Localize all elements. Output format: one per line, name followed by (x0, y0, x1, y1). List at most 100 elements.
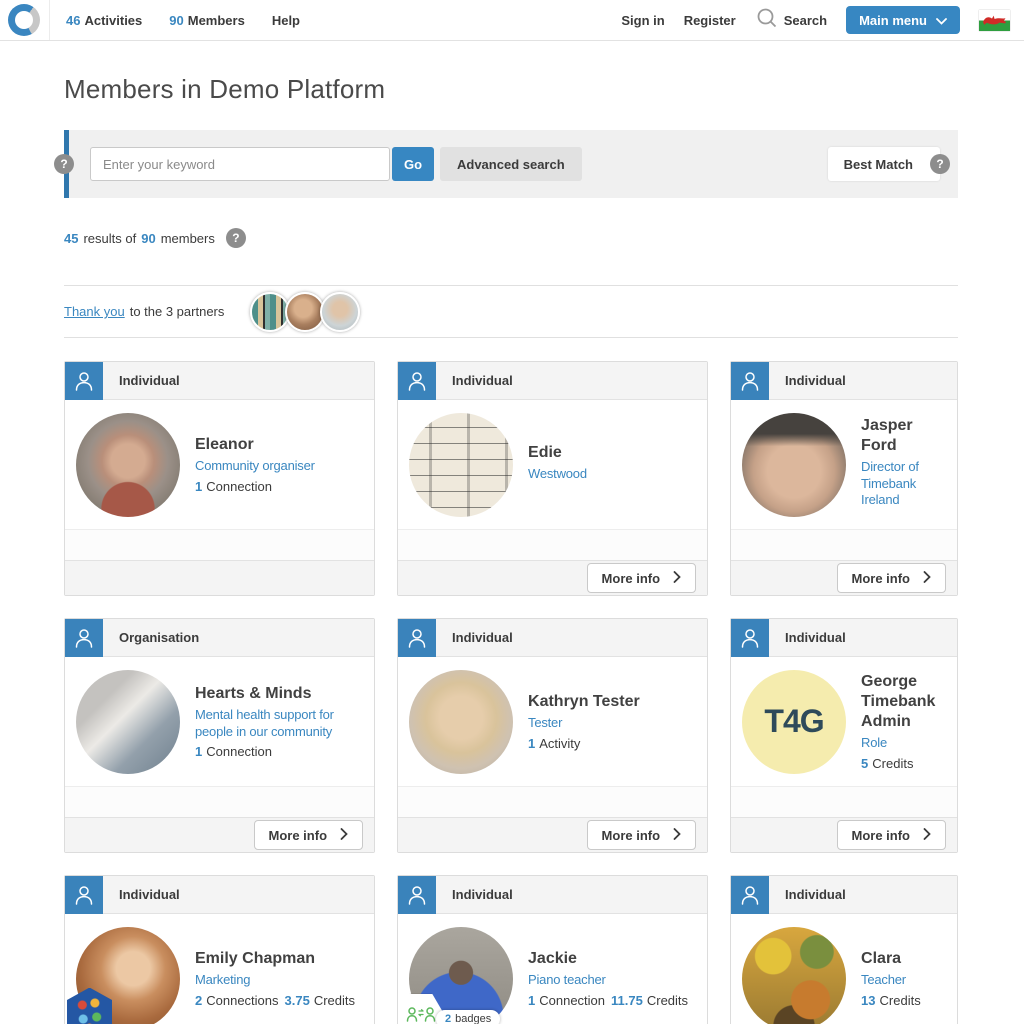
member-name[interactable]: Edie (528, 443, 587, 463)
member-info: Hearts & Minds Mental health support for… (195, 684, 363, 760)
member-card: Individual Eleanor Community organiser 1… (64, 361, 375, 596)
member-name[interactable]: Jackie (528, 949, 694, 969)
member-card-header: Individual (398, 362, 707, 400)
more-info-button[interactable]: More info (254, 820, 364, 850)
partner-avatar-3[interactable] (320, 292, 360, 332)
register-link[interactable]: Register (684, 13, 736, 28)
member-type-icon (398, 619, 436, 657)
nav-item-help[interactable]: Help (272, 13, 300, 28)
member-subtitle[interactable]: Role (861, 735, 944, 752)
member-subtitle[interactable]: Director of Timebank Ireland (861, 459, 944, 510)
member-avatar[interactable]: T4G (742, 670, 846, 774)
go-button[interactable]: Go (392, 147, 434, 181)
page-title: Members in Demo Platform (64, 74, 958, 105)
main-menu-button[interactable]: Main menu (846, 6, 960, 34)
chevron-right-icon (673, 828, 681, 843)
member-card-header: Individual (731, 619, 957, 657)
nav-item-count: 46 (66, 13, 80, 28)
puzzle-badge-icon[interactable] (67, 988, 112, 1024)
member-subtitle[interactable]: Tester (528, 715, 640, 732)
results-help-icon[interactable]: ? (226, 228, 246, 248)
member-card-header: Individual (65, 362, 374, 400)
member-card-footer: More info (398, 560, 707, 595)
member-name[interactable]: George Timebank Admin (861, 672, 944, 732)
member-info: Clara Teacher 13Credits (861, 949, 929, 1008)
member-name[interactable]: Emily Chapman (195, 949, 361, 969)
sort-dropdown[interactable]: Best Match ? (828, 147, 940, 181)
keyword-input[interactable] (90, 147, 390, 181)
member-avatar[interactable] (76, 927, 180, 1024)
chevron-right-icon (923, 571, 931, 586)
member-card: Individual Edie Westwood More info (397, 361, 708, 596)
member-avatar[interactable]: 2badges (409, 927, 513, 1024)
chevron-down-icon (936, 13, 947, 28)
member-type-label: Individual (452, 887, 513, 902)
member-avatar[interactable] (76, 413, 180, 517)
stat-value: 1 (195, 479, 202, 494)
sort-help-icon[interactable]: ? (930, 154, 950, 174)
member-subtitle[interactable]: Community organiser (195, 458, 315, 475)
member-card-header: Individual (731, 876, 957, 914)
member-card-strip (65, 529, 374, 560)
sign-in-link[interactable]: Sign in (621, 13, 664, 28)
member-type-icon (731, 619, 769, 657)
main-menu-label: Main menu (859, 13, 927, 28)
member-name[interactable]: Kathryn Tester (528, 692, 640, 712)
divider (64, 337, 958, 338)
member-card-body: Edie Westwood (398, 400, 707, 529)
member-type-icon (398, 876, 436, 914)
member-subtitle[interactable]: Mental health support for people in our … (195, 707, 361, 741)
member-info: Edie Westwood (528, 443, 589, 487)
nav-item-activities[interactable]: 46Activities (66, 13, 142, 28)
stat-value: 11.75 (611, 993, 643, 1008)
member-type-label: Individual (452, 373, 513, 388)
member-name[interactable]: Hearts & Minds (195, 684, 361, 704)
member-card-strip (731, 786, 957, 817)
more-info-button[interactable]: More info (587, 563, 697, 593)
member-subtitle[interactable]: Marketing (195, 972, 361, 989)
stat-label: Activity (539, 736, 580, 751)
search-help-icon[interactable]: ? (54, 154, 74, 174)
member-card-header: Individual (398, 619, 707, 657)
member-type-label: Organisation (119, 630, 199, 645)
member-subtitle[interactable]: Teacher (861, 972, 927, 989)
nav-item-label: Help (272, 13, 300, 28)
member-name[interactable]: Jasper Ford (861, 416, 944, 456)
stat-label: Credits (872, 756, 913, 771)
member-avatar[interactable] (742, 413, 846, 517)
platform-logo[interactable] (8, 4, 40, 36)
topbar-right: Sign in Register Search Main menu (621, 6, 1010, 35)
member-avatar[interactable] (742, 927, 846, 1024)
member-stats: 2Connections3.75Credits (195, 993, 361, 1008)
nav-item-members[interactable]: 90Members (169, 13, 245, 28)
advanced-search-button[interactable]: Advanced search (440, 147, 582, 181)
member-card-body: Kathryn Tester Tester 1Activity (398, 657, 707, 786)
member-name[interactable]: Clara (861, 949, 927, 969)
more-info-button[interactable]: More info (587, 820, 697, 850)
badge-count-label[interactable]: 2badges (436, 1010, 500, 1024)
member-info: Jasper Ford Director of Timebank Ireland (861, 416, 946, 514)
member-subtitle[interactable]: Piano teacher (528, 972, 694, 989)
member-avatar[interactable] (76, 670, 180, 774)
partner-avatar-1[interactable] (250, 292, 290, 332)
member-card: Individual T4G George Timebank Admin Rol… (730, 618, 958, 853)
stat-label: Connection (539, 993, 605, 1008)
partner-avatars (250, 292, 360, 332)
stat-label: Credits (647, 993, 688, 1008)
member-card-footer: More info (65, 817, 374, 852)
member-stats: 1Connection (195, 479, 315, 494)
member-name[interactable]: Eleanor (195, 435, 315, 455)
thank-you-link[interactable]: Thank you (64, 304, 125, 319)
member-avatar[interactable] (409, 413, 513, 517)
more-info-button[interactable]: More info (837, 820, 947, 850)
header-search-button[interactable]: Search (755, 6, 827, 35)
partner-avatar-2[interactable] (285, 292, 325, 332)
member-stats: 1Connection11.75Credits (528, 993, 694, 1008)
member-card: Individual Clara Teacher 13Credits (730, 875, 958, 1024)
member-type-icon (65, 362, 103, 400)
member-card: Organisation Hearts & Minds Mental healt… (64, 618, 375, 853)
welsh-flag-icon[interactable] (979, 10, 1010, 31)
member-subtitle[interactable]: Westwood (528, 466, 587, 483)
more-info-button[interactable]: More info (837, 563, 947, 593)
member-avatar[interactable] (409, 670, 513, 774)
